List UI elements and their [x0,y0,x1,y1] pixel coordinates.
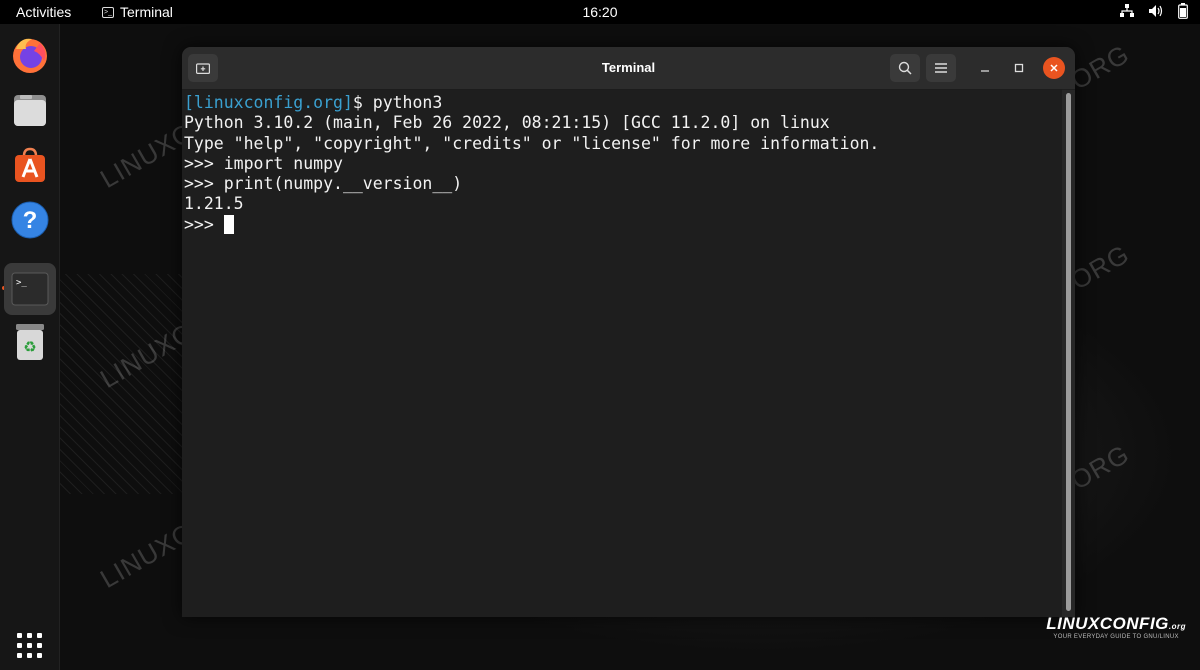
prompt-command: $ python3 [352,93,443,112]
terminal-line: >>> import numpy [184,153,343,173]
terminal-window[interactable]: Terminal [linuxconfig.org]$ python3 Pyth… [182,47,1075,617]
prompt-host: [linuxconfig.org] [184,93,353,112]
terminal-line: [linuxconfig.org]$ python3 [184,93,1062,113]
terminal-line: Type "help", "copyright", "credits" or "… [184,133,880,153]
hamburger-menu-icon [935,63,947,73]
dock-help[interactable]: ? [6,196,54,244]
logo-suffix: .org [1168,622,1186,631]
svg-text:?: ? [23,207,38,234]
maximize-icon [1014,63,1024,73]
svg-text:>_: >_ [16,278,27,288]
python-prompt: >>> [184,214,224,234]
background-stripes [60,274,200,494]
top-bar: Activities >_ Terminal 16:20 [0,0,1200,24]
dock-firefox[interactable] [6,31,54,79]
new-tab-button[interactable] [188,54,218,82]
search-button[interactable] [890,54,920,82]
new-tab-icon [196,63,210,74]
trash-icon: ♻ [16,324,44,360]
search-icon [898,61,912,75]
dock-files[interactable] [6,86,54,134]
minimize-icon [981,70,989,72]
dock-ubuntu-software[interactable] [6,141,54,189]
scrollbar[interactable] [1066,93,1071,611]
show-applications-button[interactable] [6,622,54,670]
terminal-line: Python 3.10.2 (main, Feb 26 2022, 08:21:… [184,113,830,133]
text-cursor [223,214,234,234]
terminal-line: 1.21.5 [184,194,244,214]
volume-icon[interactable] [1148,4,1164,18]
firefox-icon [13,38,47,73]
close-button[interactable] [1043,57,1065,79]
terminal-line: >>> print(numpy.__version__) [184,174,463,194]
dock: ? >_ ♻ [0,24,60,670]
clock[interactable]: 16:20 [582,4,617,20]
help-icon: ? [11,201,49,239]
battery-icon[interactable] [1178,3,1188,19]
terminal-output[interactable]: [linuxconfig.org]$ python3 Python 3.10.2… [182,89,1062,617]
app-menu-label: Terminal [120,4,173,20]
terminal-icon: >_ [102,6,114,18]
terminal-line: >>> [184,214,1062,235]
software-store-icon [15,147,45,182]
files-icon [14,95,46,126]
logo-brand: LINUXCONFIG [1046,614,1169,633]
dock-trash[interactable]: ♻ [6,317,54,365]
maximize-button[interactable] [1008,57,1030,79]
clock-container: 16:20 [0,4,1200,20]
close-icon [1050,64,1058,72]
system-tray[interactable] [1120,3,1188,19]
title-bar[interactable]: Terminal [182,47,1075,90]
network-icon[interactable] [1120,4,1134,18]
menu-button[interactable] [926,54,956,82]
show-applications-icon [17,633,42,658]
terminal-icon: >_ [11,272,49,306]
svg-text:♻: ♻ [23,338,36,356]
activities-button[interactable]: Activities [16,4,71,20]
linuxconfig-logo: LINUXCONFIG.org YOUR EVERYDAY GUIDE TO G… [1046,614,1186,640]
logo-tagline: YOUR EVERYDAY GUIDE TO GNU/LINUX [1053,634,1179,640]
app-menu[interactable]: >_ Terminal [102,4,173,20]
dock-terminal[interactable]: >_ [4,263,56,315]
minimize-button[interactable] [974,57,996,79]
